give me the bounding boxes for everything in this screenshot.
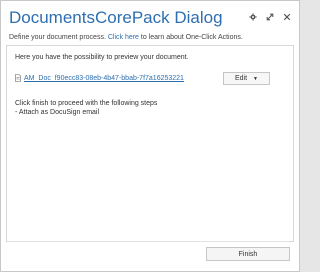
dialog-title: DocumentsCorePack Dialog [9,8,223,27]
preview-instructions: Here you have the possibility to preview… [15,54,189,61]
gear-icon[interactable] [249,13,257,21]
steps-line-2: - Attach as DocuSign email [15,109,100,116]
edit-dropdown-button[interactable]: Edit ▼ [223,72,270,85]
edit-button-label: Edit [234,75,248,82]
maximize-icon[interactable] [266,13,274,21]
dialog-subtitle: Define your document process. Click here… [9,34,243,41]
one-click-actions-link[interactable]: Click here [108,34,139,41]
footer-divider [9,241,289,242]
steps-line-1: Click finish to proceed with the followi… [15,100,158,107]
document-icon [15,74,21,82]
window-controls [249,13,291,21]
content-panel: Here you have the possibility to preview… [6,45,294,242]
close-icon[interactable] [283,13,291,21]
subtitle-prefix: Define your document process. [9,34,108,41]
next-steps: Click finish to proceed with the followi… [15,99,157,117]
subtitle-suffix: to learn about One-Click Actions. [138,34,243,41]
document-row: AM_Doc_f90ecc83-08eb-4b47-bbab-7f7a16253… [15,74,184,82]
chevron-down-icon: ▼ [253,75,258,82]
documents-core-pack-dialog: DocumentsCorePack Dialog Define your doc… [0,0,300,272]
finish-button[interactable]: Finish [206,247,290,261]
document-link[interactable]: AM_Doc_f90ecc83-08eb-4b47-bbab-7f7a16253… [24,75,184,82]
